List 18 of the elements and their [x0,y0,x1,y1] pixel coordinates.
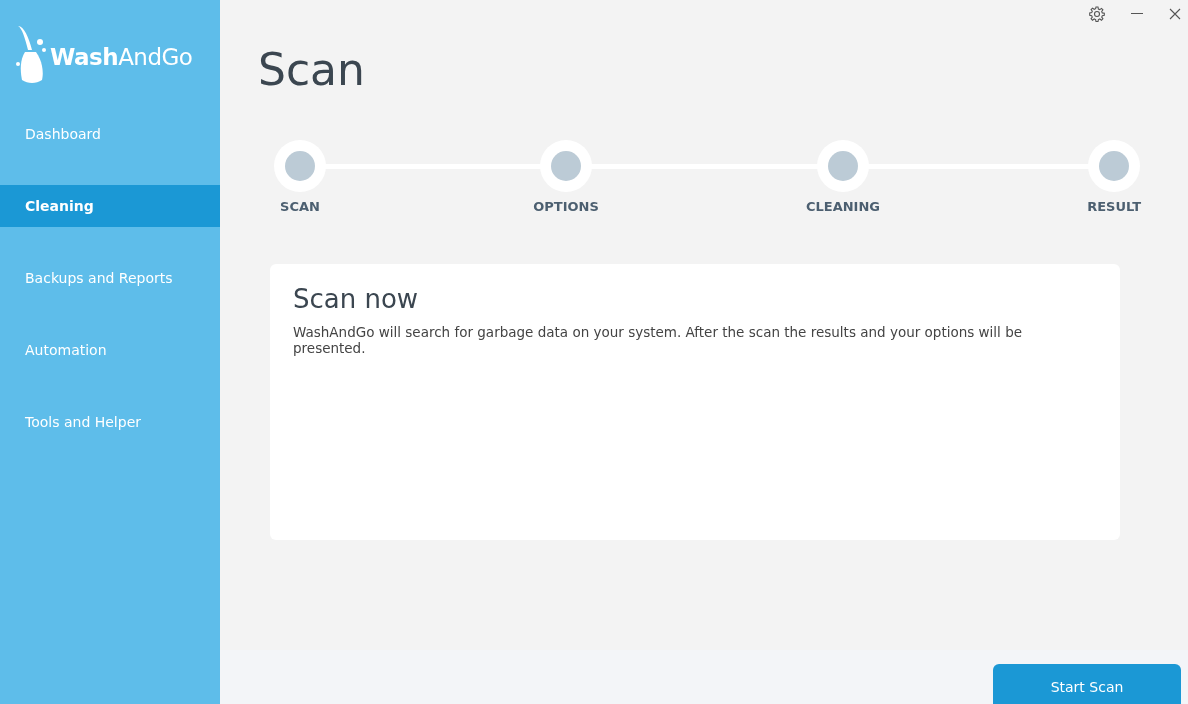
start-scan-button[interactable]: Start Scan [993,664,1181,704]
step-label: SCAN [280,199,320,214]
sidebar-item[interactable]: Cleaning [0,185,220,227]
settings-icon[interactable] [1089,6,1105,22]
step-label: CLEANING [805,199,880,214]
step-label: OPTIONS [533,199,599,214]
card-title: Scan now [293,284,420,314]
app-logo: WashAndGo [50,44,193,72]
page-title: Scan [258,43,366,97]
close-icon[interactable] [1169,8,1181,20]
step-circle [274,140,326,192]
card-text: WashAndGo will search for garbage data on your system. After the scan the results and your options will be presented. [293,324,1024,356]
sidebar-item[interactable]: Backups and Reports [0,257,220,299]
sidebar-item[interactable]: Dashboard [0,113,220,155]
sidebar-item[interactable]: Tools and Helper [0,401,220,443]
step-label: RESULT [1087,199,1141,214]
minimize-icon[interactable] [1131,13,1143,15]
sidebar-item[interactable]: Automation [0,329,220,371]
